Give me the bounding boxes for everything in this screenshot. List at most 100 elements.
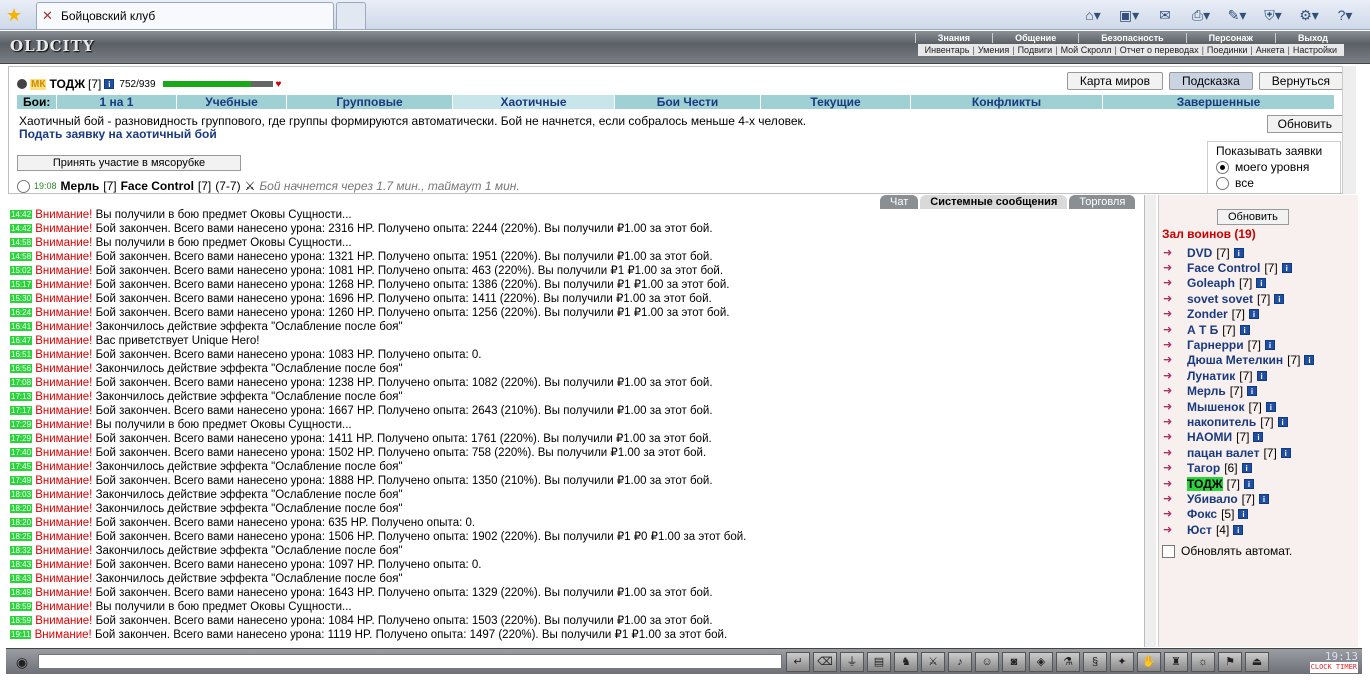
read-mail-icon[interactable]: ✉ xyxy=(1150,5,1180,25)
refresh-button[interactable]: Обновить xyxy=(1266,115,1343,133)
log-time[interactable]: 17:45 xyxy=(10,462,33,471)
tab-trade[interactable]: Торговля xyxy=(1069,195,1136,209)
potion-icon[interactable]: ⚗ xyxy=(1056,652,1080,672)
info-icon[interactable]: i xyxy=(1259,493,1269,504)
info-icon[interactable]: i xyxy=(1238,509,1249,520)
user-name[interactable]: Мышенок xyxy=(1187,400,1245,414)
user-name[interactable]: А Т Б xyxy=(1187,323,1218,337)
new-tab-button[interactable] xyxy=(336,2,366,29)
browser-tab-active[interactable]: ✕ Бойцовский клуб xyxy=(36,2,334,29)
private-message-icon[interactable]: ➜ xyxy=(1163,447,1183,459)
all-radio[interactable] xyxy=(1216,176,1229,190)
page-icon[interactable]: ✎▾ xyxy=(1222,5,1252,25)
user-name[interactable]: Goleaph xyxy=(1187,276,1235,290)
log-time[interactable]: 16:56 xyxy=(10,364,33,373)
castle-icon[interactable]: ♜ xyxy=(1164,652,1188,672)
help-icon[interactable]: ?▾ xyxy=(1330,5,1360,25)
my-level-radio[interactable] xyxy=(1216,160,1229,174)
user-name[interactable]: sovet sovet xyxy=(1187,292,1253,306)
info-icon[interactable]: i xyxy=(1281,263,1292,274)
join-meatgrinder-button[interactable]: Принять участие в мясорубке xyxy=(17,155,241,171)
log-time[interactable]: 15:30 xyxy=(10,294,33,303)
bag-icon[interactable]: ◈ xyxy=(1029,652,1053,672)
bid-team2[interactable]: Face Control xyxy=(121,179,194,193)
log-time[interactable]: 14:42 xyxy=(10,210,33,219)
user-name[interactable]: Тагор xyxy=(1187,461,1220,475)
log-time[interactable]: 14:42 xyxy=(10,224,33,233)
chat-input[interactable] xyxy=(38,654,782,669)
info-icon[interactable]: i xyxy=(1249,309,1260,320)
tab-group[interactable]: Групповые xyxy=(287,95,453,109)
log-time[interactable]: 18:49 xyxy=(10,588,33,597)
bid-radio[interactable] xyxy=(17,179,30,193)
info-icon[interactable]: i xyxy=(1264,340,1275,351)
tab-training[interactable]: Учебные xyxy=(177,95,287,109)
log-time[interactable]: 14:58 xyxy=(10,252,33,261)
clan-icon[interactable]: МК xyxy=(30,78,47,90)
user-name[interactable]: Zonder xyxy=(1187,307,1228,321)
feeds-icon[interactable]: ▣▾ xyxy=(1114,5,1144,25)
log-time[interactable]: 18:03 xyxy=(10,490,33,499)
chat-scrollbar[interactable] xyxy=(1144,195,1156,647)
tab-honor[interactable]: Бои Чести xyxy=(615,95,761,109)
tab-chaotic[interactable]: Хаотичные xyxy=(453,95,615,109)
sub-nav-transfer-report[interactable]: Отчет о переводах xyxy=(1117,45,1202,55)
sub-nav-inventory[interactable]: Инвентарь xyxy=(922,45,973,55)
tab-system-messages[interactable]: Системные сообщения xyxy=(920,195,1068,209)
log-time[interactable]: 17:08 xyxy=(10,378,33,387)
log-time[interactable]: 14:58 xyxy=(10,238,33,247)
private-message-icon[interactable]: ➜ xyxy=(1163,247,1183,259)
speaker-icon[interactable]: ◉ xyxy=(12,653,32,671)
favorites-star-icon[interactable]: ★ xyxy=(6,5,22,26)
safety-icon[interactable]: ⛨▾ xyxy=(1258,5,1288,25)
info-icon[interactable]: i xyxy=(1241,463,1252,474)
info-icon[interactable]: i xyxy=(1265,401,1276,412)
user-name[interactable]: накопитель xyxy=(1187,415,1256,429)
info-icon[interactable]: i xyxy=(1280,447,1291,458)
sub-nav-skills[interactable]: Умения xyxy=(975,45,1012,55)
info-icon[interactable]: i xyxy=(104,79,115,89)
send-icon[interactable]: ↵ xyxy=(786,652,810,672)
nav-exit[interactable]: Выход xyxy=(1274,33,1350,43)
private-message-icon[interactable]: ➜ xyxy=(1163,462,1183,474)
auto-refresh-checkbox[interactable] xyxy=(1162,544,1175,558)
nav-communication[interactable]: Общение xyxy=(992,33,1078,43)
info-icon[interactable]: i xyxy=(1304,355,1315,366)
user-name[interactable]: Дюша Метелкин xyxy=(1187,353,1283,367)
tab-chat[interactable]: Чат xyxy=(880,195,919,209)
user-name[interactable]: Мерль xyxy=(1187,384,1226,398)
user-name[interactable]: Убивало xyxy=(1187,492,1238,506)
sub-nav-profile[interactable]: Анкета xyxy=(1253,45,1288,55)
tab-current[interactable]: Текущие xyxy=(761,95,911,109)
sound-icon[interactable]: ♪ xyxy=(948,652,972,672)
exit-icon[interactable]: ⏏ xyxy=(1245,652,1269,672)
user-name[interactable]: Фокс xyxy=(1187,507,1217,521)
eraser-icon[interactable]: ⌫ xyxy=(813,652,837,672)
private-message-icon[interactable]: ➜ xyxy=(1163,293,1183,305)
return-button[interactable]: Вернуться xyxy=(1258,72,1343,90)
sub-nav-settings[interactable]: Настройки xyxy=(1290,45,1340,55)
log-time[interactable]: 16:24 xyxy=(10,308,33,317)
top-panel-scrollbar[interactable] xyxy=(1342,66,1356,194)
home-icon[interactable]: ⌂▾ xyxy=(1078,5,1108,25)
world-map-button[interactable]: Карта миров xyxy=(1066,72,1163,90)
tab-one-on-one[interactable]: 1 на 1 xyxy=(57,95,177,109)
log-time[interactable]: 17:49 xyxy=(10,476,33,485)
log-time[interactable]: 17:13 xyxy=(10,392,33,401)
log-time[interactable]: 18:59 xyxy=(10,602,33,611)
hint-button[interactable]: Подсказка xyxy=(1168,72,1253,90)
filter-icon[interactable]: ⏚ xyxy=(840,652,864,672)
users-refresh-button[interactable]: Обновить xyxy=(1217,209,1289,225)
log-time[interactable]: 18:20 xyxy=(10,518,33,527)
log-time[interactable]: 17:29 xyxy=(10,434,33,443)
private-message-icon[interactable]: ➜ xyxy=(1163,508,1183,520)
log-time[interactable]: 16:41 xyxy=(10,322,33,331)
private-message-icon[interactable]: ➜ xyxy=(1163,401,1183,413)
camera-icon[interactable]: ◙ xyxy=(1002,652,1026,672)
log-time[interactable]: 17:29 xyxy=(10,420,33,429)
private-message-icon[interactable]: ➜ xyxy=(1163,262,1183,274)
info-icon[interactable]: i xyxy=(1277,416,1288,427)
bid-team1[interactable]: Мерль xyxy=(61,179,100,193)
info-icon[interactable]: i xyxy=(1233,524,1244,535)
info-icon[interactable]: i xyxy=(1247,386,1258,397)
